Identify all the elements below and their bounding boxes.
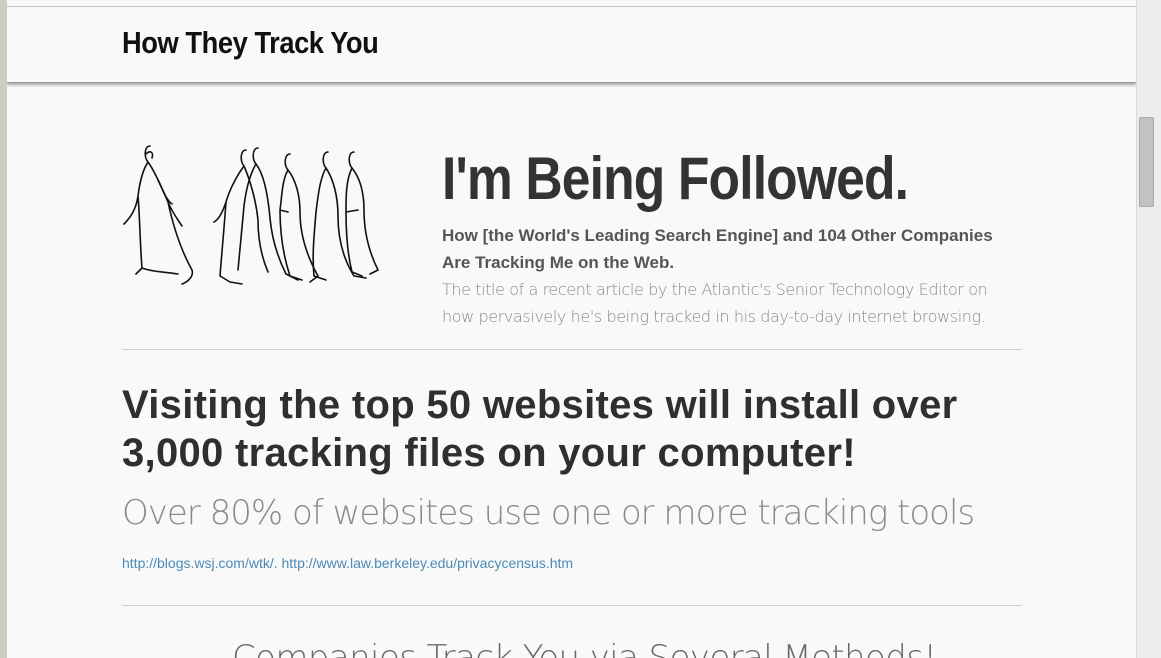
main-content: I'm Being Followed. How [the World's Lea… xyxy=(122,100,1022,658)
hero-description: The title of a recent article by the Atl… xyxy=(442,280,988,326)
scrollbar-thumb[interactable] xyxy=(1139,117,1154,207)
methods-heading: Companies Track You via Several Methods! xyxy=(232,638,937,658)
hero-section: I'm Being Followed. How [the World's Lea… xyxy=(122,100,1022,349)
divider xyxy=(122,605,1022,606)
source-link-wsj[interactable]: http://blogs.wsj.com/wtk/. xyxy=(122,555,278,571)
site-title[interactable]: How They Track You xyxy=(122,25,379,61)
hero-title: I'm Being Followed. xyxy=(442,145,909,212)
walking-people-sketch-icon xyxy=(123,145,379,285)
source-link-berkeley[interactable]: http://www.law.berkeley.edu/privacycensu… xyxy=(282,555,574,571)
vertical-scrollbar[interactable] xyxy=(1136,0,1161,658)
source-links: http://blogs.wsj.com/wtk/. http://www.la… xyxy=(122,555,573,571)
stats-subline: Over 80% of websites use one or more tra… xyxy=(122,493,975,533)
hero-subtitle: How [the World's Leading Search Engine] … xyxy=(442,226,993,272)
site-header: How They Track You xyxy=(7,7,1136,83)
stats-headline: Visiting the top 50 websites will instal… xyxy=(122,383,958,475)
divider xyxy=(122,349,1022,350)
browser-viewport: How They Track You I'm Being Followed. H… xyxy=(7,0,1136,658)
